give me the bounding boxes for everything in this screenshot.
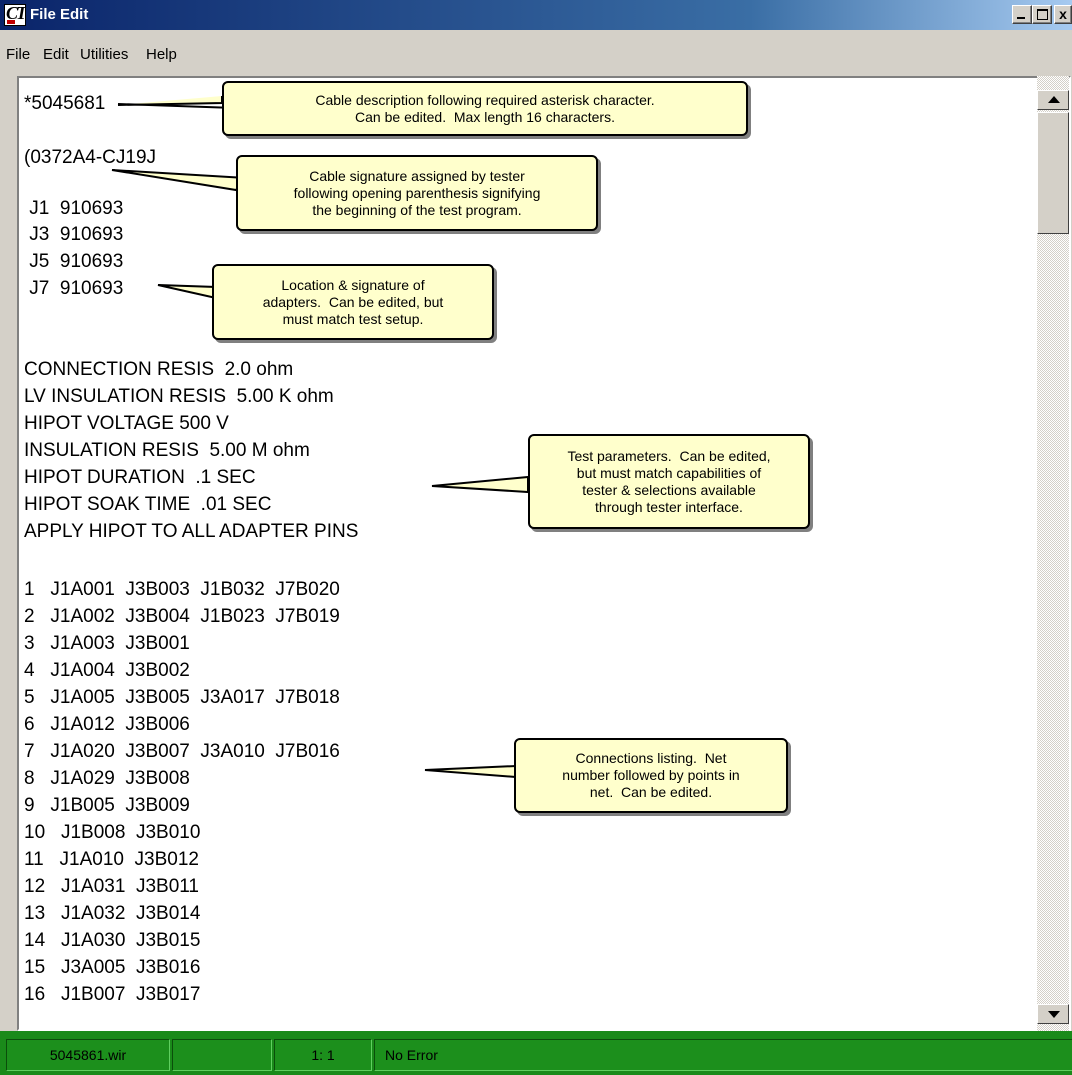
menu-file[interactable]: File (6, 46, 30, 63)
close-icon: x (1059, 6, 1067, 22)
maximize-button[interactable] (1032, 5, 1052, 24)
status-file: 5045861.wir (6, 1039, 170, 1071)
net-line[interactable]: 5 J1A005 J3B005 J3A017 J7B018 (24, 686, 340, 710)
parameter-line[interactable]: HIPOT DURATION .1 SEC (24, 466, 256, 490)
adapter-line[interactable]: J7 910693 (24, 277, 123, 301)
parameter-line[interactable]: APPLY HIPOT TO ALL ADAPTER PINS (24, 520, 358, 544)
description-line[interactable]: *5045681 (24, 92, 105, 116)
net-line[interactable]: 9 J1B005 J3B009 (24, 794, 190, 818)
parameter-line[interactable]: HIPOT VOLTAGE 500 V (24, 412, 229, 436)
adapter-line[interactable]: J5 910693 (24, 250, 123, 274)
net-line[interactable]: 6 J1A012 J3B006 (24, 713, 190, 737)
minimize-button[interactable] (1012, 5, 1032, 24)
net-line[interactable]: 2 J1A002 J3B004 J1B023 J7B019 (24, 605, 340, 629)
maximize-icon (1037, 9, 1048, 20)
menu-edit[interactable]: Edit (43, 46, 69, 63)
vertical-scrollbar[interactable] (1037, 76, 1069, 1031)
scroll-up-button[interactable] (1037, 90, 1069, 110)
close-button[interactable]: x (1054, 5, 1072, 24)
menu-utilities[interactable]: Utilities (80, 46, 128, 63)
callout-description: Cable description following required ast… (222, 81, 748, 136)
status-message: No Error (374, 1039, 1072, 1071)
minimize-icon (1017, 17, 1025, 19)
arrow-down-icon (1048, 1011, 1060, 1018)
net-line[interactable]: 8 J1A029 J3B008 (24, 767, 190, 791)
net-line[interactable]: 13 J1A032 J3B014 (24, 902, 200, 926)
net-line[interactable]: 16 J1B007 J3B017 (24, 983, 200, 1007)
arrow-up-icon (1048, 96, 1060, 103)
callout-connections: Connections listing. Net number followed… (514, 738, 788, 813)
status-bar: 5045861.wir 1: 1 No Error (0, 1031, 1072, 1075)
net-line[interactable]: 12 J1A031 J3B011 (24, 875, 199, 899)
callout-adapters: Location & signature of adapters. Can be… (212, 264, 494, 340)
parameter-line[interactable]: CONNECTION RESIS 2.0 ohm (24, 358, 293, 382)
parameter-line[interactable]: INSULATION RESIS 5.00 M ohm (24, 439, 310, 463)
title-bar[interactable]: CT File Edit x (0, 0, 1072, 30)
scroll-thumb[interactable] (1037, 112, 1069, 234)
net-line[interactable]: 3 J1A003 J3B001 (24, 632, 190, 656)
scroll-down-button[interactable] (1037, 1004, 1069, 1024)
net-line[interactable]: 7 J1A020 J3B007 J3A010 J7B016 (24, 740, 340, 764)
editor-content[interactable]: *5045681 (0372A4-CJ19J J1 910693 J3 9106… (24, 92, 1034, 1022)
app-icon[interactable]: CT (4, 4, 26, 26)
net-line[interactable]: 11 J1A010 J3B012 (24, 848, 199, 872)
net-line[interactable]: 14 J1A030 J3B015 (24, 929, 200, 953)
callout-signature: Cable signature assigned by tester follo… (236, 155, 598, 231)
parameter-line[interactable]: HIPOT SOAK TIME .01 SEC (24, 493, 271, 517)
adapter-line[interactable]: J1 910693 (24, 197, 123, 221)
menu-bar: File Edit Utilities Help (0, 30, 1072, 74)
net-line[interactable]: 10 J1B008 J3B010 (24, 821, 200, 845)
status-empty (172, 1039, 272, 1071)
net-line[interactable]: 1 J1A001 J3B003 J1B032 J7B020 (24, 578, 340, 602)
signature-line[interactable]: (0372A4-CJ19J (24, 146, 156, 170)
parameter-line[interactable]: LV INSULATION RESIS 5.00 K ohm (24, 385, 334, 409)
net-line[interactable]: 4 J1A004 J3B002 (24, 659, 190, 683)
callout-parameters: Test parameters. Can be edited, but must… (528, 434, 810, 529)
status-position: 1: 1 (274, 1039, 372, 1071)
menu-help[interactable]: Help (146, 46, 177, 63)
net-line[interactable]: 15 J3A005 J3B016 (24, 956, 200, 980)
window-title: File Edit (30, 6, 89, 23)
adapter-line[interactable]: J3 910693 (24, 223, 123, 247)
